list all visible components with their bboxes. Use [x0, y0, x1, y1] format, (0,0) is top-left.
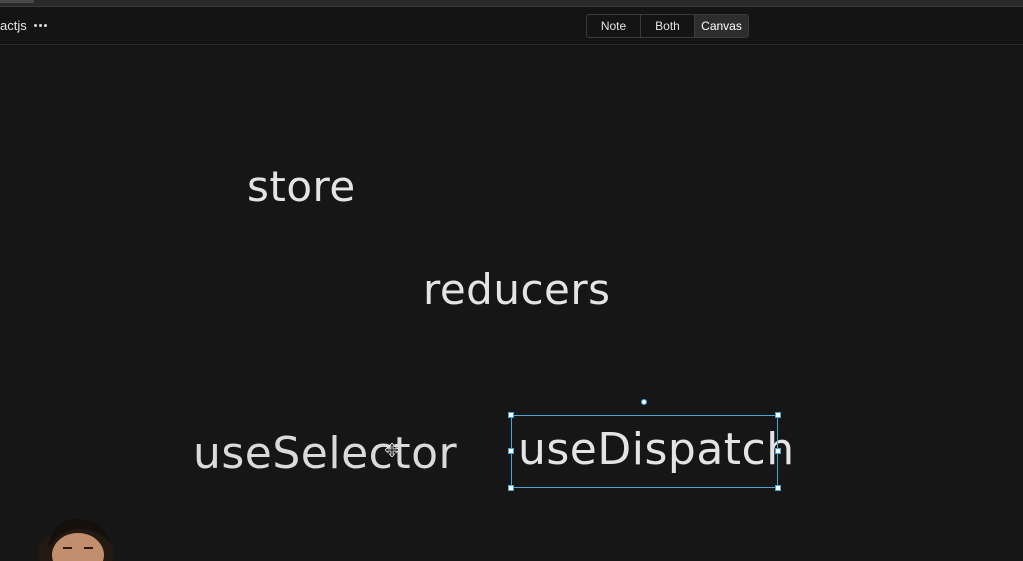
view-both-button[interactable]: Both: [641, 15, 695, 37]
canvas-text-store[interactable]: store: [247, 166, 356, 208]
presenter-webcam: [38, 518, 114, 561]
window-top-strip: [0, 0, 1023, 7]
resize-handle-top-left[interactable]: [508, 412, 514, 418]
move-cursor-icon: [385, 443, 399, 457]
selection-box[interactable]: [508, 412, 781, 491]
resize-handle-middle-left[interactable]: [508, 448, 514, 454]
view-note-button[interactable]: Note: [587, 15, 641, 37]
resize-handle-middle-right[interactable]: [775, 448, 781, 454]
resize-handle-top-right[interactable]: [775, 412, 781, 418]
toolbar: actjs Note Both Canvas: [0, 7, 1023, 45]
more-icon-dot: [43, 23, 47, 27]
document-title: actjs: [0, 18, 27, 33]
view-mode-switcher: Note Both Canvas: [586, 14, 749, 38]
view-canvas-button[interactable]: Canvas: [695, 15, 748, 37]
drawing-canvas[interactable]: store reducers useSelector useDispatch: [0, 45, 1023, 561]
resize-handle-bottom-right[interactable]: [775, 485, 781, 491]
more-icon-dot: [38, 23, 42, 27]
canvas-text-useselector[interactable]: useSelector: [193, 432, 457, 476]
more-options-button[interactable]: [32, 17, 48, 33]
resize-handle-bottom-left[interactable]: [508, 485, 514, 491]
rotate-handle[interactable]: [641, 399, 647, 405]
canvas-text-reducers[interactable]: reducers: [423, 269, 611, 311]
more-icon: [33, 23, 37, 27]
tab-stub: [0, 0, 34, 3]
